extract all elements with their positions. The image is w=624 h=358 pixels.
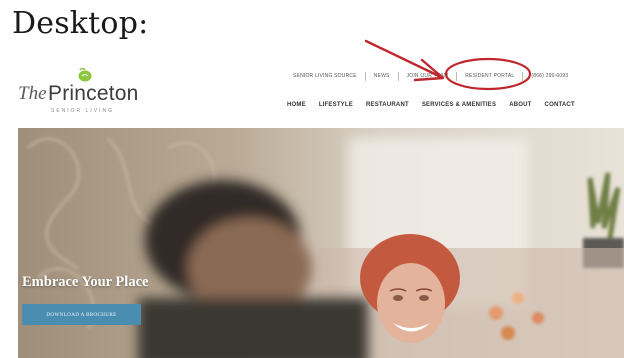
nav-services-amenities[interactable]: SERVICES & AMENITIES xyxy=(422,102,496,108)
hero-banner: Embrace Your Place DOWNLOAD A BROCHURE xyxy=(18,128,624,358)
hero-title: Embrace Your Place xyxy=(22,274,149,290)
utility-link-phone[interactable]: (866) 290-6093 xyxy=(531,73,568,79)
download-brochure-button[interactable]: DOWNLOAD A BROCHURE xyxy=(22,304,141,325)
utility-link-news[interactable]: NEWS xyxy=(374,73,390,79)
nav-about[interactable]: ABOUT xyxy=(509,102,531,108)
main-nav: HOME LIFESTYLE RESTAURANT SERVICES & AME… xyxy=(287,102,575,108)
utility-link-senior-living-source[interactable]: SENIOR LIVING SOURCE xyxy=(293,73,357,79)
logo-name-text: Princeton xyxy=(48,82,139,105)
logo-the-text: The xyxy=(18,83,47,104)
logo-leaf-icon xyxy=(78,68,92,82)
site-logo[interactable]: The Princeton SENIOR LIVING xyxy=(18,68,168,118)
nav-lifestyle[interactable]: LIFESTYLE xyxy=(319,102,353,108)
nav-home[interactable]: HOME xyxy=(287,102,306,108)
divider xyxy=(522,71,524,81)
nav-restaurant[interactable]: RESTAURANT xyxy=(366,102,409,108)
divider xyxy=(397,71,399,81)
divider xyxy=(364,71,366,81)
caption-desktop: Desktop: xyxy=(12,6,149,41)
utility-link-join-our-team[interactable]: JOIN OUR TEAM xyxy=(407,73,449,79)
logo-subtitle: SENIOR LIVING xyxy=(51,108,114,114)
nav-contact[interactable]: CONTACT xyxy=(545,102,575,108)
utility-link-resident-portal[interactable]: RESIDENT PORTAL xyxy=(465,73,514,79)
divider xyxy=(456,71,458,81)
utility-nav: SENIOR LIVING SOURCE NEWS JOIN OUR TEAM … xyxy=(293,71,568,81)
